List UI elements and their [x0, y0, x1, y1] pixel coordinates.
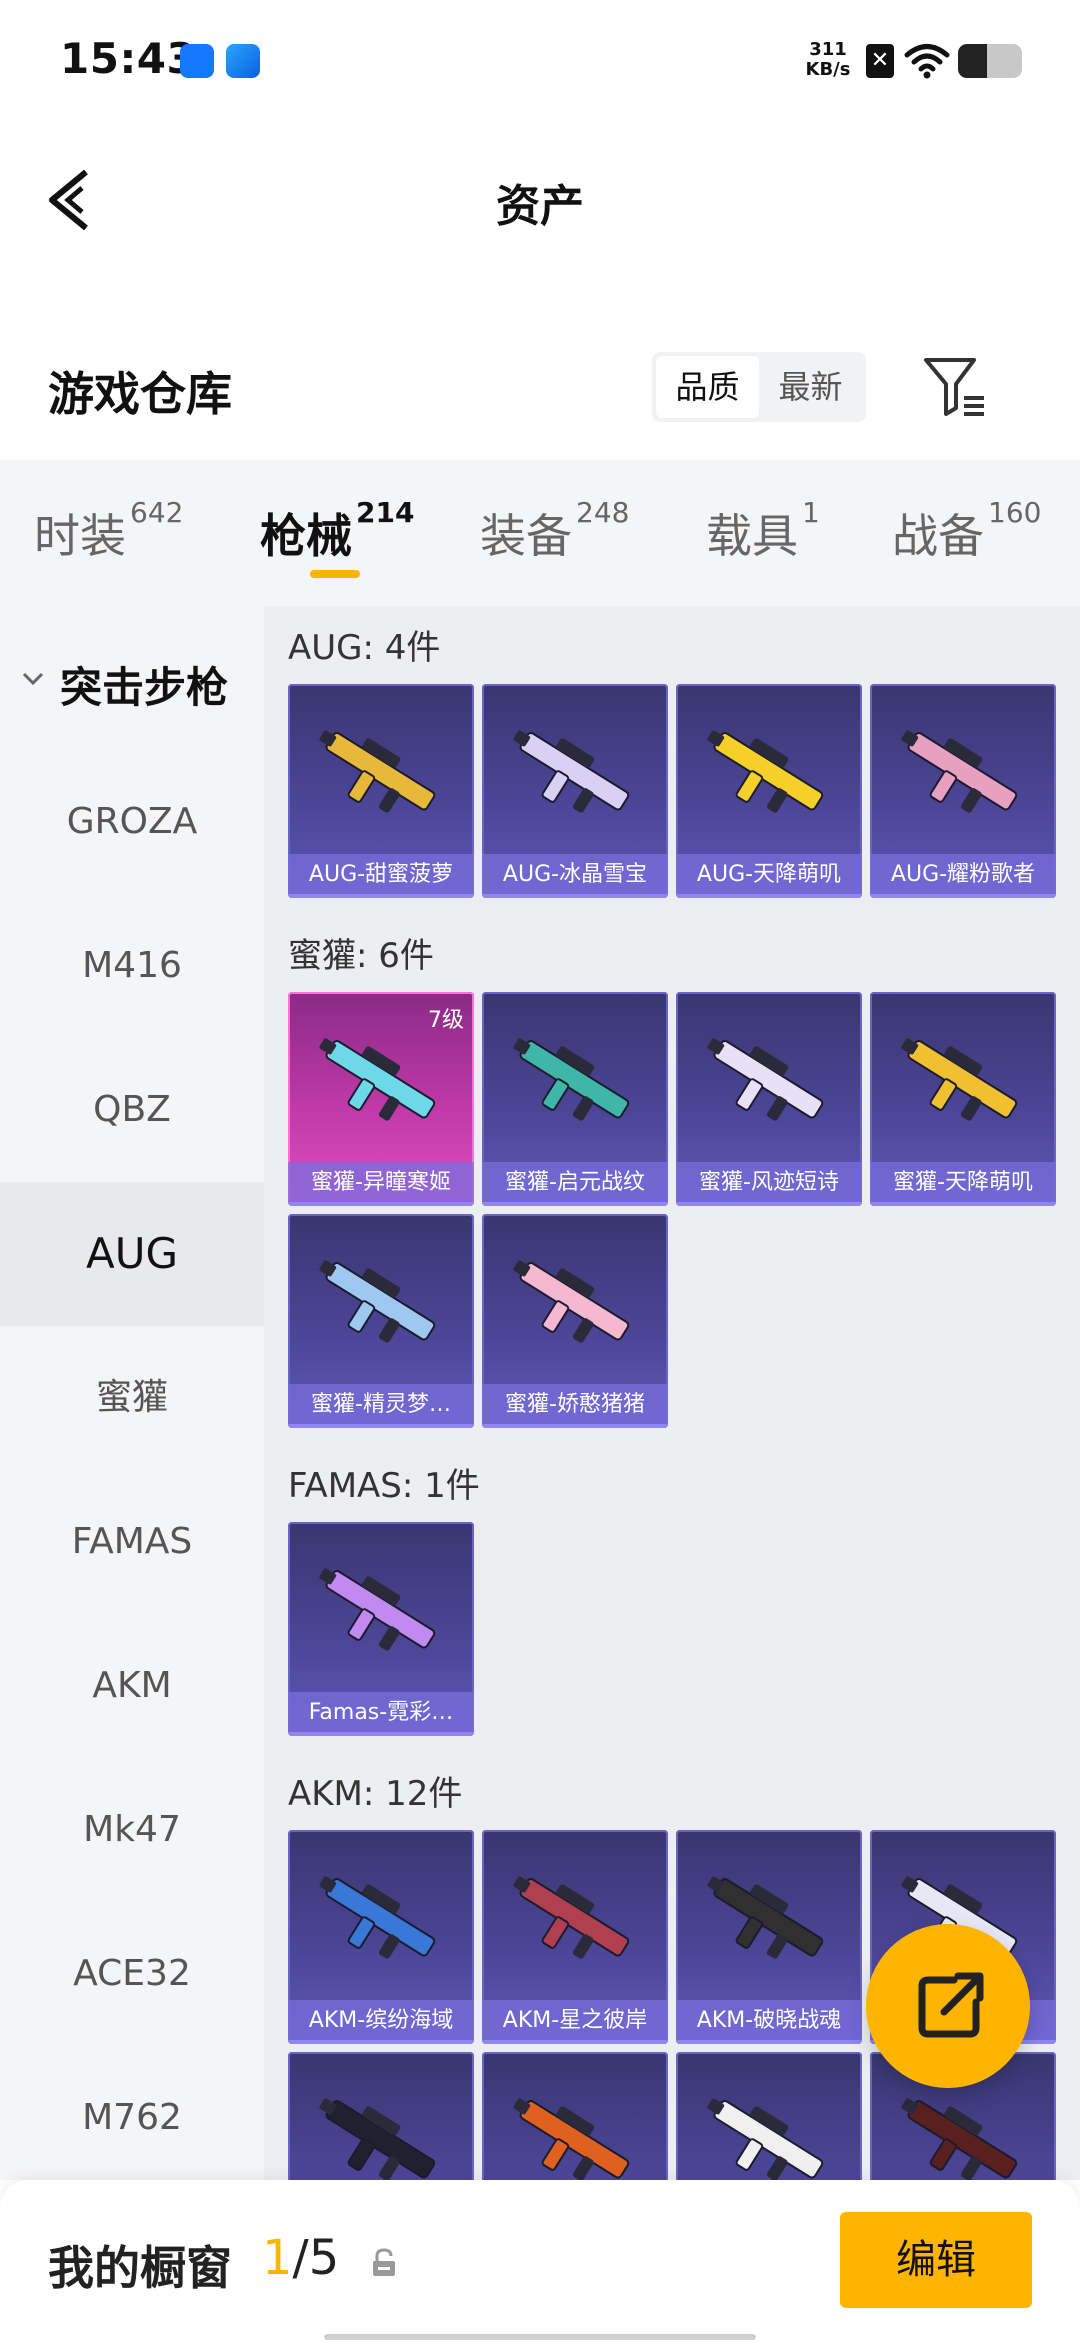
browser-app-icon	[226, 44, 260, 78]
sidebar-item[interactable]: M416	[0, 894, 264, 1038]
weapon-image	[513, 2098, 630, 2180]
status-time: 15:43	[60, 34, 197, 83]
weapon-image	[319, 730, 436, 813]
weapon-image	[319, 2098, 436, 2180]
weapon-card[interactable]: AUG-耀粉歌者	[870, 684, 1056, 898]
category-tabs: 时装 642 枪械 214 装备 248 载具 1 战备 160	[0, 460, 1080, 606]
weapon-image	[901, 1038, 1018, 1121]
warehouse-title: 游戏仓库	[48, 367, 232, 421]
weapon-image	[319, 1568, 436, 1651]
sidebar-item[interactable]: QBZ	[0, 1038, 264, 1182]
sort-quality-button[interactable]: 品质	[656, 356, 759, 418]
tab-equipment[interactable]: 装备 248	[480, 496, 629, 566]
weapon-card[interactable]: AUG-冰晶雪宝	[482, 684, 668, 898]
weapon-name: 蜜獾-异瞳寒姬	[288, 1162, 474, 1206]
section-header: 蜜獾: 6件	[288, 936, 434, 976]
weapon-card[interactable]: AUG-甜蜜菠萝	[288, 684, 474, 898]
sidebar-item[interactable]: Mk47	[0, 1758, 264, 1902]
tab-vehicles[interactable]: 载具 1	[706, 496, 820, 566]
weapon-image	[319, 1038, 436, 1121]
section-header: AUG: 4件	[288, 628, 441, 668]
active-tab-indicator	[310, 570, 360, 578]
weapon-card[interactable]: 蜜獾-启元战纹	[482, 992, 668, 1206]
sidebar-item[interactable]: M762	[0, 2046, 264, 2180]
weapon-card[interactable]	[288, 2052, 474, 2180]
weapon-card[interactable]: Famas-霓彩…	[288, 1522, 474, 1736]
network-speed: 311 KB/s	[805, 39, 851, 80]
weapon-card[interactable]: 7级蜜獾-异瞳寒姬	[288, 992, 474, 1206]
weapon-name: 蜜獾-天降萌叽	[870, 1162, 1056, 1206]
weapon-image	[319, 1260, 436, 1343]
weapon-image	[901, 730, 1018, 813]
no-sim-icon: ✕	[866, 44, 894, 78]
weapon-image	[513, 1038, 630, 1121]
weapon-card[interactable]: 蜜獾-天降萌叽	[870, 992, 1056, 1206]
level-badge: 7级	[428, 1008, 464, 1033]
weapon-card[interactable]: AUG-天降萌叽	[676, 684, 862, 898]
showcase-count: 1/5	[262, 2230, 340, 2286]
weapon-card[interactable]: AKM-缤纷海域	[288, 1830, 474, 2044]
sidebar-group-assault-rifles[interactable]: 突击步枪	[0, 606, 264, 750]
weapon-card[interactable]: 蜜獾-精灵梦…	[288, 1214, 474, 1428]
tab-supplies[interactable]: 战备 160	[892, 496, 1041, 566]
tab-fashion[interactable]: 时装 642	[34, 496, 183, 566]
weapon-name: AKM-星之彼岸	[482, 2000, 668, 2044]
gallery-app-icon	[180, 44, 214, 78]
sidebar-item[interactable]: AUG	[0, 1182, 264, 1326]
weapon-name: 蜜獾-娇憨猪猪	[482, 1384, 668, 1428]
weapon-name: AUG-天降萌叽	[676, 854, 862, 898]
weapon-name: AUG-耀粉歌者	[870, 854, 1056, 898]
sidebar-item[interactable]: AKM	[0, 1614, 264, 1758]
weapon-image	[901, 2098, 1018, 2180]
weapon-name: AKM-缤纷海域	[288, 2000, 474, 2044]
weapon-card[interactable]: 蜜獾-娇憨猪猪	[482, 1214, 668, 1428]
sidebar-item[interactable]: ACE32	[0, 1902, 264, 2046]
section-header: AKM: 12件	[288, 1774, 463, 1814]
filter-icon[interactable]	[920, 352, 990, 422]
page-title: 资产	[496, 181, 584, 232]
status-bar: 15:43 311 KB/s ✕	[0, 0, 1080, 120]
share-button[interactable]	[866, 1924, 1030, 2088]
top-nav: 资产	[0, 130, 1080, 260]
section-header: FAMAS: 1件	[288, 1466, 480, 1506]
weapon-card[interactable]: AKM-星之彼岸	[482, 1830, 668, 2044]
home-indicator[interactable]	[324, 2334, 756, 2340]
weapon-name: 蜜獾-启元战纹	[482, 1162, 668, 1206]
weapon-image	[513, 1876, 630, 1959]
chevron-down-icon	[22, 672, 44, 686]
weapon-image	[707, 1038, 824, 1121]
weapon-image	[707, 1876, 824, 1959]
weapon-name: AUG-冰晶雪宝	[482, 854, 668, 898]
weapon-image	[707, 2098, 824, 2180]
sort-toggle: 品质 最新	[652, 352, 866, 422]
showcase-bar: 我的橱窗 1/5 编辑	[0, 2180, 1080, 2344]
battery-icon	[958, 44, 1022, 78]
showcase-title: 我的橱窗	[48, 2241, 232, 2295]
weapon-type-sidebar: 突击步枪 GROZA M416 QBZ AUG 蜜獾 FAMAS AKM Mk47 ACE32 M…	[0, 606, 264, 2180]
weapon-image	[513, 730, 630, 813]
weapon-image	[319, 1876, 436, 1959]
sidebar-item[interactable]: GROZA	[0, 750, 264, 894]
weapon-name: Famas-霓彩…	[288, 1692, 474, 1736]
weapon-card[interactable]: AKM-破晓战魂	[676, 1830, 862, 2044]
weapon-name: 蜜獾-风迹短诗	[676, 1162, 862, 1206]
weapon-image	[513, 1260, 630, 1343]
weapon-card[interactable]: 蜜獾-风迹短诗	[676, 992, 862, 1206]
sidebar-item[interactable]: FAMAS	[0, 1470, 264, 1614]
sort-newest-button[interactable]: 最新	[759, 356, 862, 418]
weapon-name: 蜜獾-精灵梦…	[288, 1384, 474, 1428]
weapon-image	[707, 730, 824, 813]
weapon-name: AUG-甜蜜菠萝	[288, 854, 474, 898]
wifi-icon	[904, 44, 950, 79]
edit-button[interactable]: 编辑	[840, 2212, 1032, 2308]
weapon-name: AKM-破晓战魂	[676, 2000, 862, 2044]
sidebar-item[interactable]: 蜜獾	[0, 1326, 264, 1470]
weapon-card[interactable]	[482, 2052, 668, 2180]
tab-weapons[interactable]: 枪械 214	[260, 496, 414, 566]
lock-icon	[373, 2248, 395, 2276]
weapon-card[interactable]	[676, 2052, 862, 2180]
